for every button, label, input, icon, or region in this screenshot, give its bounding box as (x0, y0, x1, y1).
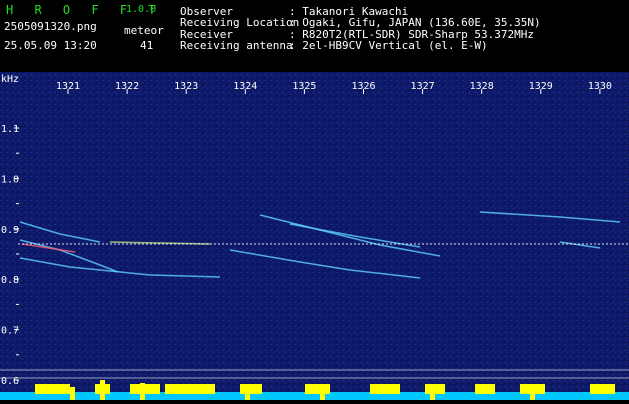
file-datetime: 25.05.09 13:20 (4, 39, 97, 52)
meteor-label: meteor (124, 24, 164, 37)
file-name: 2505091320.png (4, 20, 97, 33)
spectrogram: kHz 1321 1322 1323 1324 1325 1326 1327 1328 1329 1… (0, 72, 629, 400)
signal-bar (590, 384, 615, 394)
freq-tick-label: 0.8 (1, 275, 19, 286)
freq-tick-label: 1.0 (1, 174, 19, 185)
antenna-label: Receiving antenna (180, 39, 293, 52)
time-tick-label: 1327 (411, 81, 435, 92)
header: H R O F F T 1.0.0 2505091320.png 25.05.0… (0, 0, 629, 72)
time-tick-label: 1321 (56, 81, 80, 92)
signal-bar (475, 384, 495, 394)
meteor-count: 41 (140, 39, 154, 52)
time-tick-label: 1330 (588, 81, 612, 92)
freq-unit-label: kHz (1, 74, 19, 85)
signal-bar (530, 385, 535, 400)
signal-bar (35, 384, 70, 394)
signal-bar (165, 384, 215, 394)
signal-bar (240, 384, 262, 394)
time-tick-label: 1322 (115, 81, 139, 92)
antenna-value: : 2el-HB9CV Vertical (el. E-W) (289, 39, 488, 52)
app-version: 1.0.0 (126, 4, 157, 15)
signal-bar (430, 387, 435, 400)
time-tick-label: 1323 (174, 81, 198, 92)
signal-bar (140, 383, 145, 400)
signal-bar (320, 386, 325, 400)
signal-bar (100, 380, 105, 400)
spectrogram-canvas: kHz 1321 1322 1323 1324 1325 1326 1327 1328 1329 1… (0, 72, 629, 400)
freq-tick-label: 0.9 (1, 225, 19, 236)
time-tick-label: 1325 (292, 81, 316, 92)
time-tick-label: 1328 (470, 81, 494, 92)
freq-tick-label: 0.7 (1, 326, 19, 337)
spectrogram-background (0, 72, 629, 400)
signal-bar (245, 385, 250, 400)
signal-bar (70, 387, 75, 400)
time-tick-label: 1326 (351, 81, 375, 92)
signal-bar (370, 384, 400, 394)
time-tick-label: 1324 (233, 81, 257, 92)
freq-tick-label: 1.1 (1, 124, 19, 135)
signal-bar (305, 384, 330, 394)
time-tick-label: 1329 (529, 81, 553, 92)
